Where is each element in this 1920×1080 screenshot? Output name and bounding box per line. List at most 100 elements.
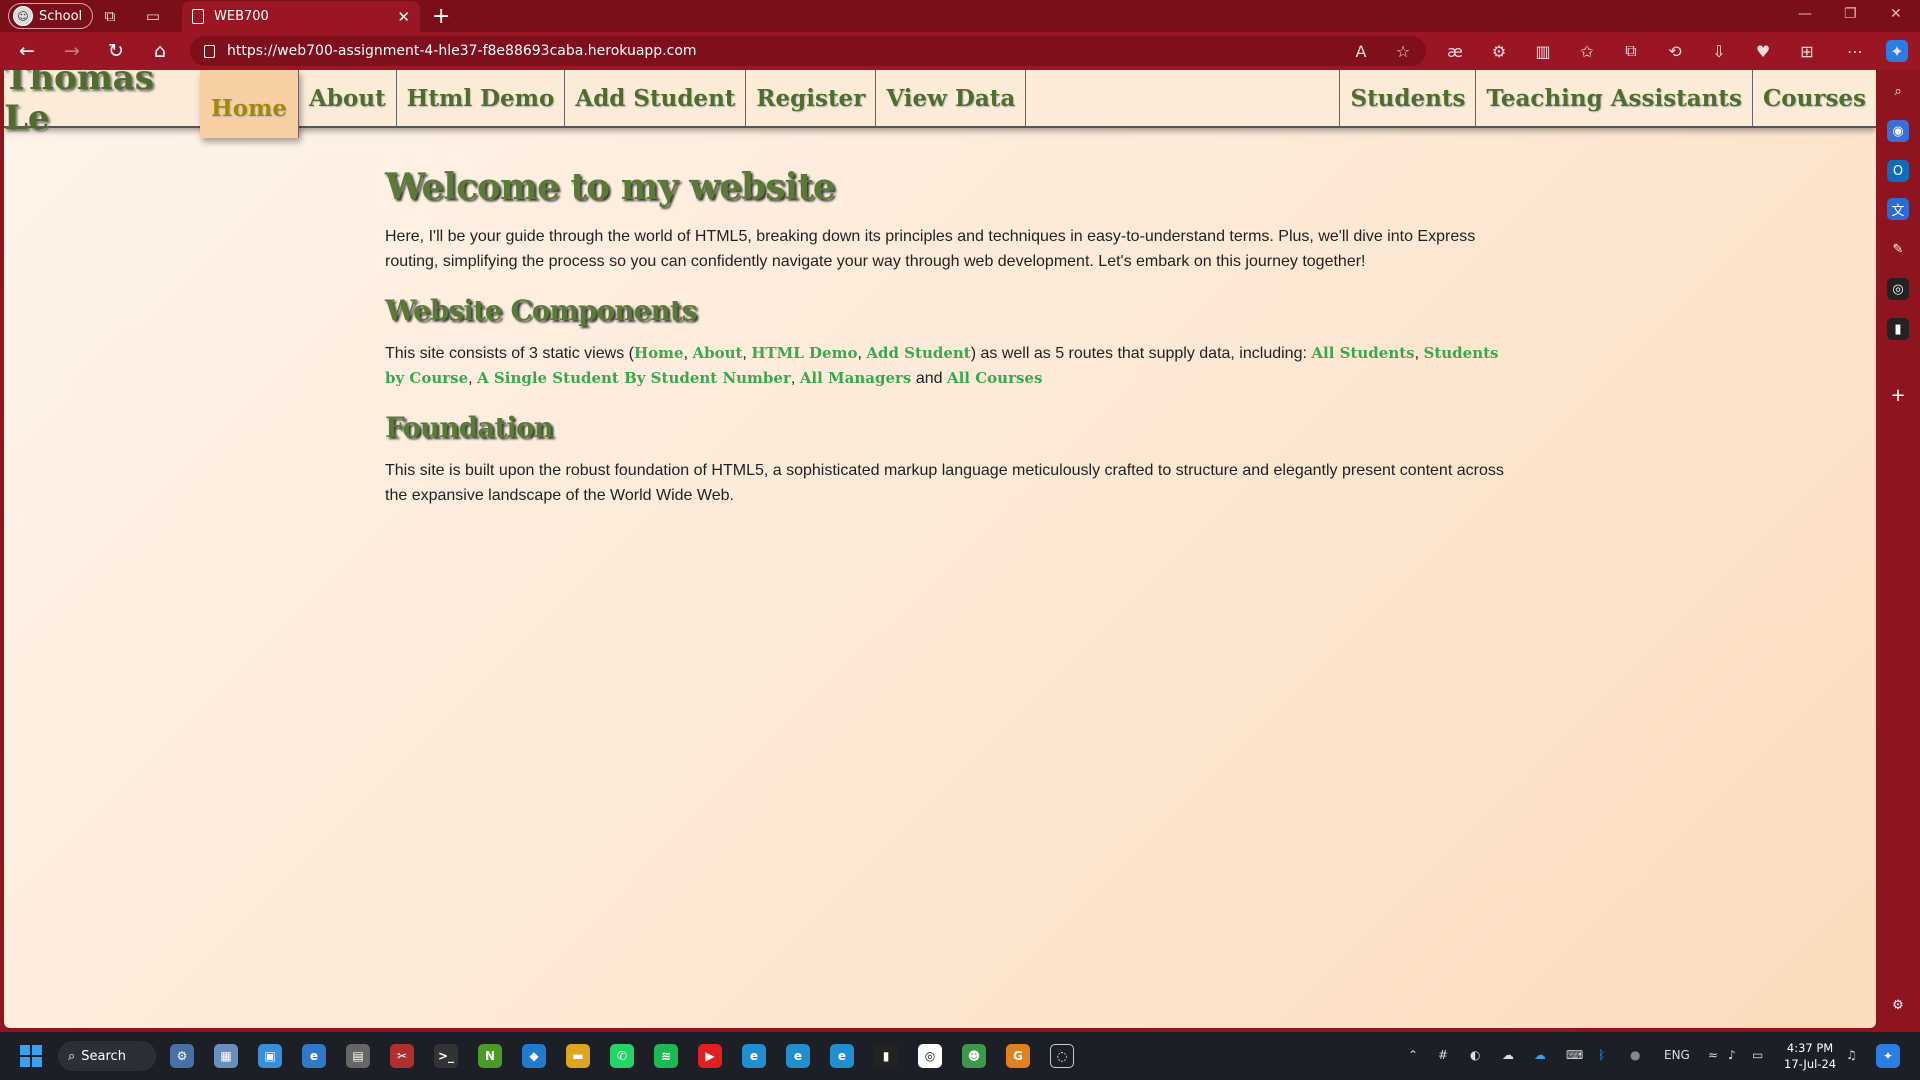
java-app-icon[interactable]: G (1006, 1044, 1030, 1068)
back-icon[interactable]: ← (16, 40, 38, 62)
draw-icon[interactable]: ✎ (1887, 238, 1909, 260)
components-text: This site consists of 3 static views (Ho… (385, 344, 1499, 387)
task-manager-icon[interactable]: ▦ (214, 1044, 238, 1068)
chatgpt-icon[interactable]: ◎ (1887, 278, 1909, 300)
search-icon[interactable]: ⌕ (1887, 80, 1909, 102)
outlook-icon[interactable]: O (1887, 160, 1909, 182)
copilot-sidebar-icon[interactable]: ◉ (1887, 120, 1909, 142)
nav-students[interactable]: Students (1339, 70, 1475, 126)
welcome-heading: Welcome to my website (385, 166, 836, 208)
link-home[interactable]: Home (634, 344, 684, 362)
volume-icon[interactable]: ♪ (1728, 1048, 1736, 1062)
gamepad-icon[interactable]: ⌨ (1566, 1048, 1583, 1062)
onedrive-business-icon[interactable]: ☁ (1534, 1048, 1546, 1062)
edge-beta-icon[interactable]: e (302, 1044, 326, 1068)
youtube-icon[interactable]: ▶ (698, 1044, 722, 1068)
snipping-tool-icon[interactable]: ✂ (390, 1044, 414, 1068)
more-icon[interactable]: ⋯ (1844, 40, 1866, 62)
link-add-student[interactable]: Add Student (866, 344, 970, 362)
vscode-icon[interactable]: ◆ (522, 1044, 546, 1068)
close-tab-icon[interactable]: ✕ (397, 8, 410, 26)
minimize-icon[interactable]: — (1798, 6, 1812, 22)
nav-home[interactable]: Home (200, 70, 300, 138)
settings-gear-icon[interactable]: ⚙ (1887, 994, 1909, 1016)
extension-icon[interactable]: æ (1444, 40, 1466, 62)
site-brand[interactable]: Thomas Le (4, 70, 200, 138)
link-html-demo[interactable]: HTML Demo (751, 344, 857, 362)
edge-dev-icon[interactable]: e (786, 1044, 810, 1068)
browser-title-bar: ☺ School ⧉ ▭ WEB700 ✕ + — ❐ ✕ (0, 0, 1920, 32)
nav-register[interactable]: Register (746, 70, 877, 126)
close-window-icon[interactable]: ✕ (1890, 6, 1902, 22)
wifi-icon[interactable]: ≈ (1708, 1048, 1718, 1062)
microphone-icon[interactable]: ● (1630, 1048, 1640, 1062)
language-indicator[interactable]: ENG (1664, 1048, 1690, 1062)
new-tab-icon[interactable]: + (432, 4, 450, 29)
downloads-icon[interactable]: ⇩ (1708, 40, 1730, 62)
favorites-icon[interactable]: ✩ (1576, 40, 1598, 62)
obs-icon[interactable]: ◌ (1050, 1044, 1074, 1068)
foundation-heading: Foundation (385, 411, 554, 444)
windows-start-icon[interactable] (20, 1045, 42, 1067)
onedrive-icon[interactable]: ☁ (1502, 1048, 1514, 1062)
foundation-text: This site is built upon the robust found… (385, 462, 1504, 504)
bluetooth-icon[interactable]: ᛒ (1598, 1048, 1605, 1062)
settings-app-icon[interactable]: ⚙ (170, 1044, 194, 1068)
tab-web700[interactable]: WEB700 ✕ (182, 1, 420, 32)
components-intro: This site consists of 3 static views ( (385, 345, 634, 362)
file-explorer-icon[interactable]: ▬ (566, 1044, 590, 1068)
show-hidden-icons[interactable]: ⌃ (1408, 1048, 1418, 1062)
edge-icon[interactable]: e (742, 1044, 766, 1068)
android-app-icon[interactable]: ☻ (962, 1044, 986, 1068)
address-bar[interactable]: https://web700-assignment-4-hle37-f8e886… (190, 36, 1426, 66)
calculator-icon[interactable]: ▤ (346, 1044, 370, 1068)
copilot-taskbar-icon[interactable]: ✦ (1876, 1044, 1900, 1068)
and-word: and (915, 370, 943, 387)
taskbar-search[interactable]: ⌕ Search (58, 1041, 156, 1071)
chart-app-taskbar-icon[interactable]: ▮ (874, 1044, 898, 1068)
refresh-icon[interactable]: ↻ (105, 40, 127, 62)
main-content: Welcome to my website Here, I'll be your… (385, 166, 1505, 508)
add-sidebar-app-icon[interactable]: + (1887, 384, 1909, 406)
forward-icon[interactable]: → (61, 40, 83, 62)
copilot-icon[interactable]: ✦ (1886, 40, 1908, 62)
nav-courses[interactable]: Courses (1751, 70, 1876, 126)
collections-icon[interactable]: ⧉ (1620, 40, 1642, 62)
split-screen-icon[interactable]: ▥ (1532, 40, 1554, 62)
terminal-icon[interactable]: >_ (434, 1044, 458, 1068)
edge-canary-icon[interactable]: e (830, 1044, 854, 1068)
extensions-puzzle-icon[interactable]: ⚙ (1488, 40, 1510, 62)
read-aloud-icon[interactable]: A (1350, 40, 1372, 62)
spotify-icon[interactable]: ≋ (654, 1044, 678, 1068)
battery-icon[interactable]: ▭ (1752, 1048, 1763, 1062)
favorite-star-icon[interactable]: ☆ (1392, 40, 1414, 62)
profile-button[interactable]: ☺ School (8, 3, 94, 29)
nav-view-data[interactable]: View Data (876, 70, 1027, 126)
tab-actions-icon[interactable]: ▭ (143, 6, 163, 26)
notepad-plus-icon[interactable]: N (478, 1044, 502, 1068)
notification-bell-icon[interactable]: ♫ (1846, 1048, 1857, 1062)
workspaces-icon[interactable]: ⧉ (100, 6, 120, 26)
home-icon[interactable]: ⌂ (149, 40, 171, 62)
link-single-student[interactable]: A Single Student By Student Number (477, 369, 791, 387)
restore-icon[interactable]: ❐ (1844, 6, 1857, 22)
nav-about[interactable]: About (299, 70, 397, 126)
performance-icon[interactable]: ♥ (1752, 40, 1774, 62)
remote-desktop-icon[interactable]: ▣ (258, 1044, 282, 1068)
history-icon[interactable]: ⟲ (1664, 40, 1686, 62)
translator-icon[interactable]: 文 (1887, 198, 1909, 220)
link-all-courses[interactable]: All Courses (947, 369, 1042, 387)
nav-html-demo[interactable]: Html Demo (397, 70, 566, 126)
discord-icon[interactable]: ◐ (1470, 1048, 1480, 1062)
slack-icon[interactable]: # (1438, 1048, 1448, 1062)
system-clock[interactable]: 4:37 PM 17-Jul-24 (1784, 1040, 1836, 1072)
link-about[interactable]: About (692, 344, 742, 362)
whatsapp-icon[interactable]: ✆ (610, 1044, 634, 1068)
apps-icon[interactable]: ⊞ (1796, 40, 1818, 62)
chatgpt-taskbar-icon[interactable]: ◎ (918, 1044, 942, 1068)
link-all-managers[interactable]: All Managers (800, 369, 912, 387)
nav-teaching-assistants[interactable]: Teaching Assistants (1475, 70, 1752, 126)
chart-app-icon[interactable]: ▮ (1887, 318, 1909, 340)
link-all-students[interactable]: All Students (1311, 344, 1414, 362)
nav-add-student[interactable]: Add Student (565, 70, 747, 126)
